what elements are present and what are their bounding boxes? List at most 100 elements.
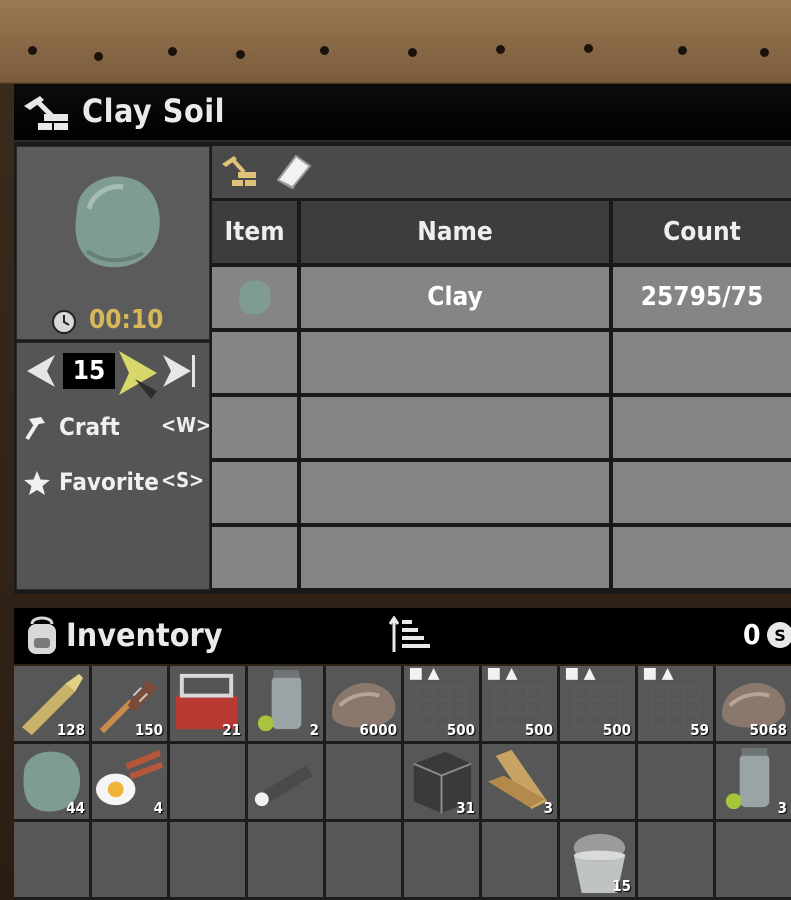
ingredient-empty-cell [301,397,609,458]
recipe-title: Clay Soil [82,92,225,130]
inventory-slot[interactable] [482,822,557,897]
max-quantity-icon[interactable] [161,353,199,389]
col-header-name: Name [301,201,609,263]
inventory-slot[interactable]: 500 [404,666,479,741]
recipe-toolbar [212,146,791,198]
inventory-slot[interactable]: 4 [92,744,167,819]
increase-arrow-icon[interactable] [117,349,161,401]
inventory-slot[interactable] [14,822,89,897]
inventory-slot[interactable]: 5068 [716,666,791,741]
favorite-label: Favorite [59,468,159,496]
craft-hotkey: <W> [161,413,212,437]
craft-controls: 15 Craft <W> Favorite <S> [16,342,212,590]
inventory-slot[interactable]: 3 [482,744,557,819]
inventory-slot[interactable]: 150 [92,666,167,741]
slot-count: 6000 [359,721,397,739]
ingredient-empty-cell [212,527,297,588]
ingredient-empty-cell [212,397,297,458]
inventory-slot[interactable] [326,822,401,897]
sort-icon[interactable] [388,616,432,656]
quantity-input[interactable]: 15 [63,353,115,389]
inventory-slot[interactable] [248,744,323,819]
slot-count: 31 [456,799,475,817]
ingredient-empty-cell [613,527,791,588]
inventory-slot[interactable] [92,822,167,897]
slot-count: 2 [309,721,319,739]
craft-label: Craft [59,413,120,441]
ingredient-empty-cell [212,462,297,523]
wall-hole [168,47,177,56]
backpack-icon [28,616,56,654]
inventory-slot[interactable]: 21 [170,666,245,741]
inventory-slot[interactable]: 2 [248,666,323,741]
ingredient-item-cell [212,267,297,328]
ingredient-empty-cell [301,527,609,588]
slot-count: 44 [66,799,85,817]
svg-text:S: S [774,626,786,645]
slot-count: 150 [134,721,163,739]
inventory-slot[interactable] [170,822,245,897]
wall-hole [678,46,687,55]
col-header-item: Item [212,201,297,263]
inventory-slot[interactable] [560,744,635,819]
inventory-slot[interactable] [716,822,791,897]
inventory-title-bar: Inventory 0 S [14,608,791,664]
col-header-count: Count [613,201,791,263]
craft-button[interactable]: Craft <W> [23,413,212,443]
inventory-slot[interactable] [326,744,401,819]
inventory-slot[interactable]: 59 [638,666,713,741]
coin-icon: S [767,622,791,648]
hammer-icon [25,417,45,441]
flashlight-icon [254,765,314,807]
clock-icon [52,310,76,334]
wall-hole [760,48,769,57]
inventory-slot[interactable] [170,744,245,819]
wall-hole [584,44,593,53]
clay-icon [239,280,271,315]
decrease-arrow-icon[interactable] [23,353,57,389]
money-count: 0 [743,618,761,651]
inventory-slot[interactable] [248,822,323,897]
slot-count: 128 [56,721,85,739]
favorite-hotkey: <S> [161,468,205,492]
hammer-bricks-icon [24,96,68,130]
slot-count: 5068 [749,721,787,739]
inventory-slot[interactable]: 44 [14,744,89,819]
wall-hole [28,46,37,55]
ingredient-empty-cell [212,332,297,393]
inventory-slot[interactable] [638,744,713,819]
inventory-slot[interactable]: 3 [716,744,791,819]
favorite-button[interactable]: Favorite <S> [23,468,209,498]
book-icon[interactable] [274,152,314,192]
slot-count: 59 [690,721,709,739]
wall-hole [408,48,417,57]
inventory-grid: 128 150 21 2 6000 500 500 500 59 5068 44 4 31 3 3 15 [14,666,791,900]
inventory-slot[interactable]: 15 [560,822,635,897]
ingredient-empty-cell [613,332,791,393]
ingredient-empty-cell [613,462,791,523]
star-icon [24,471,50,495]
inventory-slot[interactable] [638,822,713,897]
slot-count: 3 [777,799,787,817]
recipe-preview: 00:10 [16,146,210,340]
slot-count: 500 [446,721,475,739]
ingredient-count: 25795/75 [613,267,791,328]
inventory-title: Inventory [66,616,223,654]
ingredient-empty-cell [301,462,609,523]
inventory-slot[interactable] [404,822,479,897]
inventory-slot[interactable]: 31 [404,744,479,819]
wall-hole [236,50,245,59]
craft-time: 00:10 [89,305,164,335]
inventory-slot[interactable]: 6000 [326,666,401,741]
inventory-slot[interactable]: 128 [14,666,89,741]
ingredient-name: Clay [301,267,609,328]
slot-count: 21 [222,721,241,739]
wall-hole [320,46,329,55]
inventory-slot[interactable]: 500 [560,666,635,741]
hammer-bricks-icon[interactable] [220,154,260,192]
slot-count: 500 [602,721,631,739]
wall-hole [94,52,103,61]
slot-count: 500 [524,721,553,739]
wall-hole [496,45,505,54]
inventory-slot[interactable]: 500 [482,666,557,741]
